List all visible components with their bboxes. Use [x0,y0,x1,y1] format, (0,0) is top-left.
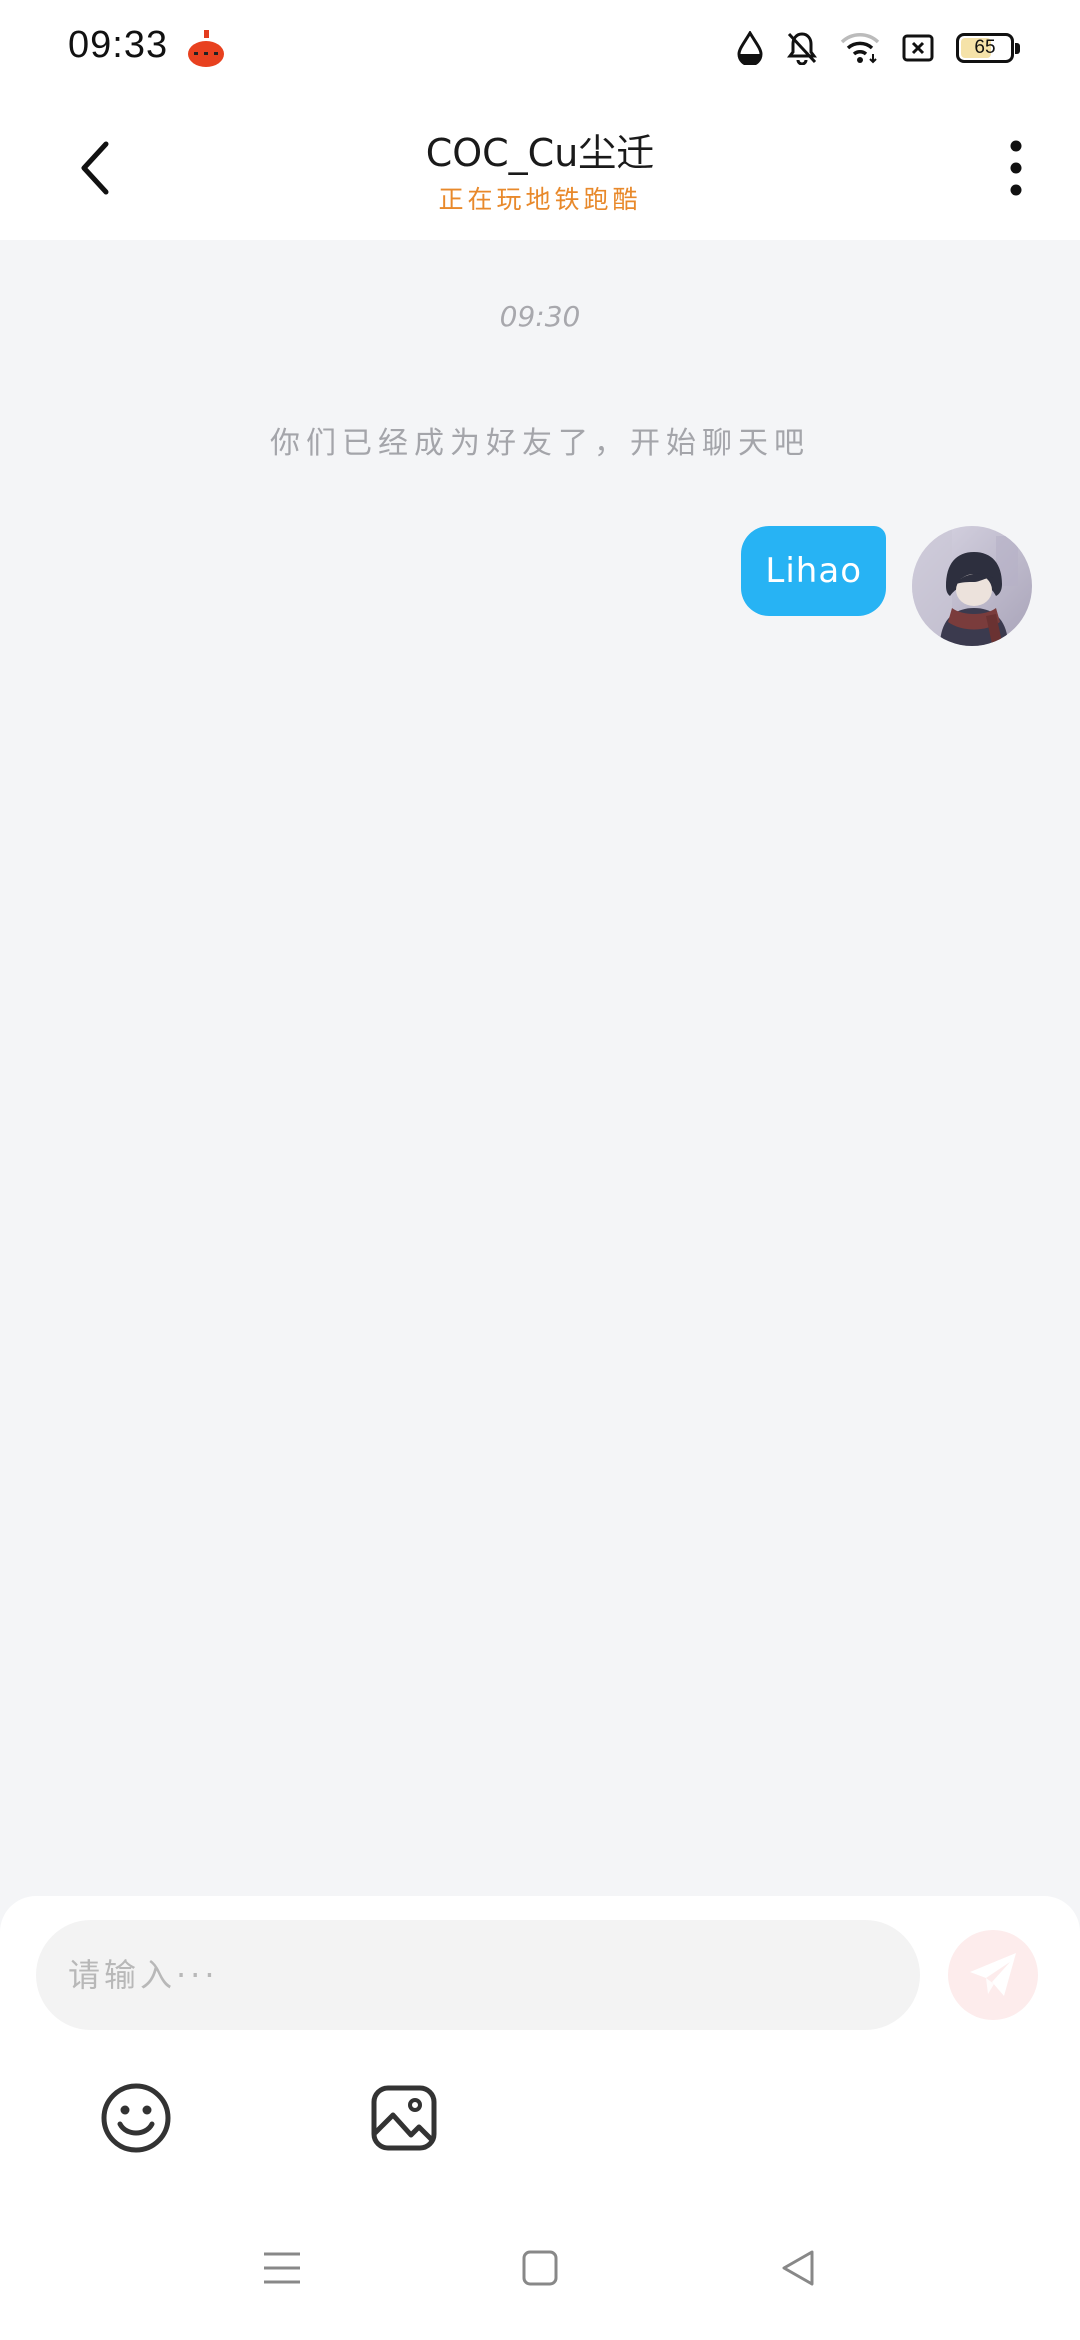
app-notification-icon [186,28,226,68]
battery-icon: 65 [956,33,1020,63]
contact-status: 正在玩地铁跑酷 [438,185,642,214]
menu-icon [264,2252,300,2284]
image-button[interactable] [364,2078,444,2158]
send-button[interactable] [948,1930,1038,2020]
system-back-button[interactable] [758,2236,838,2300]
image-icon [371,2085,437,2151]
emoji-button[interactable] [96,2078,176,2158]
wifi-icon [840,32,880,64]
system-nav-bar [0,2196,1080,2340]
status-bar: 09:33 65 [0,0,1080,96]
home-icon [522,2250,558,2286]
chat-header: COC_Cu尘迁 正在玩地铁跑酷 [0,96,1080,240]
battery-level: 65 [974,37,996,58]
status-icons: 65 [736,28,1020,68]
home-button[interactable] [500,2236,580,2300]
data-saver-icon [736,31,764,65]
send-icon [970,1953,1016,1996]
bell-muted-icon [786,31,818,65]
recent-apps-button[interactable] [242,2236,322,2300]
message-bubble[interactable]: Lihao [741,526,886,616]
message-composer [0,1896,1080,2196]
avatar[interactable] [912,526,1032,646]
emoji-icon [101,2083,171,2153]
more-options-button[interactable] [992,132,1040,204]
chat-area[interactable]: 09:30 你们已经成为好友了，开始聊天吧 Lihao [0,240,1080,1896]
more-vertical-icon [1010,140,1022,196]
battery-tip [1015,43,1020,54]
message-input[interactable] [36,1920,920,2030]
system-notice: 你们已经成为好友了，开始聊天吧 [270,426,810,461]
back-triangle-icon [782,2250,814,2286]
sim-off-icon [902,33,934,63]
message-timestamp: 09:30 [499,300,581,333]
message-row-self: Lihao [741,526,1032,646]
page-title: COC_Cu尘迁 [425,131,655,175]
status-time: 09:33 [68,24,169,66]
